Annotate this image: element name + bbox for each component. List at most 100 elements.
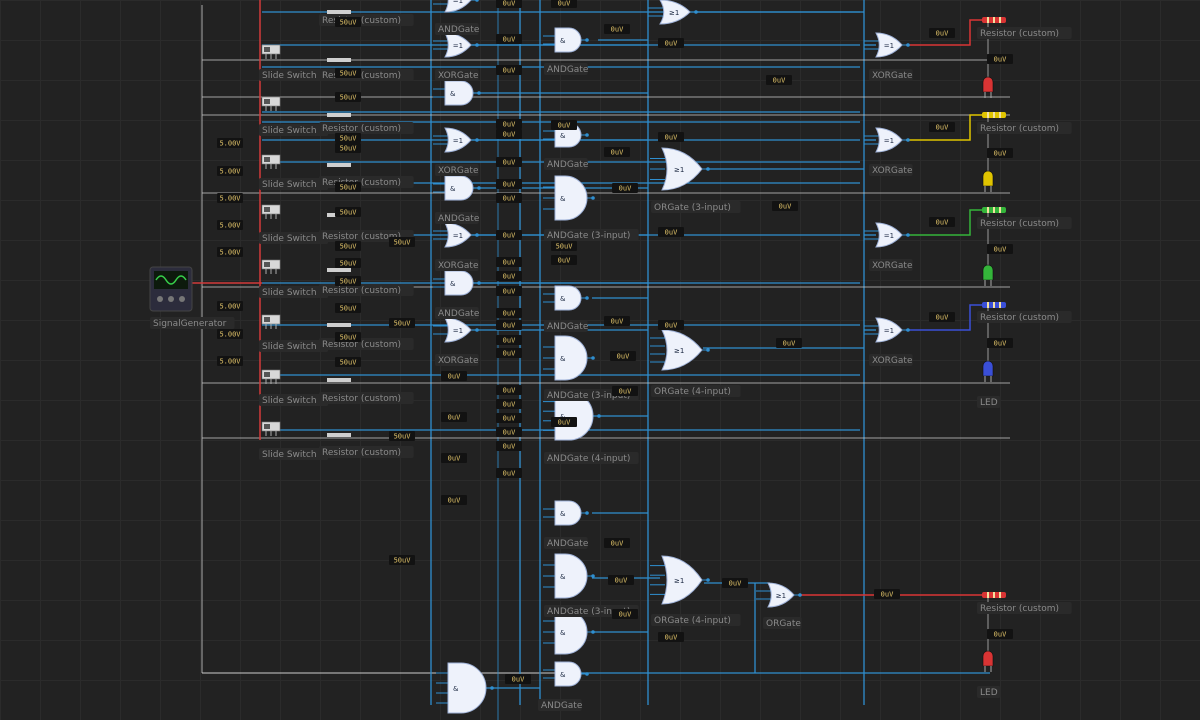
and-gate-body[interactable] xyxy=(554,27,582,53)
circuit-diagram[interactable]: =1=1=1=1=1&&&&&&&&&&&&&&≥1≥1≥1≥1≥1=1=1=1… xyxy=(0,0,1200,720)
slide-switch-7[interactable] xyxy=(261,369,281,384)
led-body[interactable] xyxy=(982,650,994,667)
slide-switch-label-text: Slide Switch xyxy=(262,450,317,460)
output-node[interactable] xyxy=(585,38,589,42)
led-body[interactable] xyxy=(982,76,994,93)
output-node[interactable] xyxy=(477,186,481,190)
voltage-value: 0uV xyxy=(665,634,678,642)
and-gate-symbol: & xyxy=(450,185,456,193)
led[interactable] xyxy=(982,264,994,286)
signal-generator-knob[interactable] xyxy=(179,296,185,302)
voltage-readout: 0uV xyxy=(496,179,522,189)
voltage-value: 0uV xyxy=(503,195,516,203)
voltage-readout: 50uV xyxy=(335,207,361,217)
switch-knob[interactable] xyxy=(264,424,270,429)
switch-knob[interactable] xyxy=(264,207,270,212)
and-gate-body[interactable] xyxy=(554,285,582,311)
switch-knob[interactable] xyxy=(264,157,270,162)
resistor[interactable] xyxy=(982,17,1006,23)
output-node[interactable] xyxy=(798,593,802,597)
slide-switch-label-text: Slide Switch xyxy=(262,288,317,298)
led-body[interactable] xyxy=(982,360,994,377)
output-node[interactable] xyxy=(475,328,479,332)
and-gate-body[interactable] xyxy=(554,500,582,526)
and-gate-body[interactable] xyxy=(554,661,582,687)
resistor-small[interactable] xyxy=(327,163,351,167)
resistor-small[interactable] xyxy=(327,323,351,327)
output-node[interactable] xyxy=(906,43,910,47)
output-node[interactable] xyxy=(585,672,589,676)
switch-knob[interactable] xyxy=(264,47,270,52)
resistor[interactable] xyxy=(982,207,1006,213)
voltage-value: 0uV xyxy=(881,591,894,599)
slide-switch-label-text: Slide Switch xyxy=(262,71,317,81)
output-node[interactable] xyxy=(706,167,710,171)
and-gate-symbol: & xyxy=(560,295,566,303)
output-node[interactable] xyxy=(694,10,698,14)
voltage-readout: 0uV xyxy=(496,441,522,451)
switch-knob[interactable] xyxy=(264,317,270,322)
led[interactable] xyxy=(982,76,994,98)
resistor[interactable] xyxy=(982,112,1006,118)
slide-switch-4[interactable] xyxy=(261,204,281,219)
voltage-readout: 50uV xyxy=(335,17,361,27)
resistor-small[interactable] xyxy=(327,58,351,62)
output-node[interactable] xyxy=(475,0,479,2)
output-node[interactable] xyxy=(490,686,494,690)
voltage-value: 0uV xyxy=(448,373,461,381)
resistor-small[interactable] xyxy=(327,113,351,117)
led-body[interactable] xyxy=(982,170,994,187)
resistor-band xyxy=(987,112,989,118)
slide-switch-2[interactable] xyxy=(261,96,281,111)
voltage-readout: 0uV xyxy=(772,201,798,211)
output-node[interactable] xyxy=(475,233,479,237)
xor-gate[interactable]: =1 xyxy=(444,0,479,13)
resistor-small[interactable] xyxy=(327,268,351,272)
output-node[interactable] xyxy=(706,348,710,352)
switch-knob[interactable] xyxy=(264,372,270,377)
xor-gate-label-text: XORGate xyxy=(872,71,913,81)
output-node[interactable] xyxy=(585,133,589,137)
output-node[interactable] xyxy=(706,578,710,582)
resistor-band xyxy=(987,207,989,213)
or-gate-4-input[interactable]: ≥1 xyxy=(661,329,710,371)
resistor[interactable] xyxy=(982,302,1006,308)
signal-generator-knob[interactable] xyxy=(168,296,174,302)
or-gate-label: ORGate xyxy=(763,617,802,629)
signal-generator[interactable] xyxy=(149,266,193,312)
output-node[interactable] xyxy=(591,630,595,634)
output-node[interactable] xyxy=(591,574,595,578)
slide-switch-1[interactable] xyxy=(261,44,281,59)
output-node[interactable] xyxy=(906,328,910,332)
resistor-small[interactable] xyxy=(327,10,351,14)
led[interactable] xyxy=(982,170,994,192)
output-node[interactable] xyxy=(477,281,481,285)
output-node[interactable] xyxy=(906,138,910,142)
switch-knob[interactable] xyxy=(264,99,270,104)
led[interactable] xyxy=(982,650,994,672)
resistor-small[interactable] xyxy=(327,378,351,382)
resistor[interactable] xyxy=(982,592,1006,598)
output-node[interactable] xyxy=(585,296,589,300)
slide-switch-6[interactable] xyxy=(261,314,281,329)
led[interactable] xyxy=(982,360,994,382)
switch-knob[interactable] xyxy=(264,262,270,267)
slide-switch-3[interactable] xyxy=(261,154,281,169)
output-node[interactable] xyxy=(585,511,589,515)
output-node[interactable] xyxy=(591,196,595,200)
xor-gate-label-text: XORGate xyxy=(438,71,479,81)
output-node[interactable] xyxy=(475,138,479,142)
signal-generator-knob[interactable] xyxy=(157,296,163,302)
output-node[interactable] xyxy=(597,414,601,418)
output-node[interactable] xyxy=(591,356,595,360)
output-node[interactable] xyxy=(906,233,910,237)
slide-switch-5[interactable] xyxy=(261,259,281,274)
led-body[interactable] xyxy=(982,264,994,281)
output-node[interactable] xyxy=(475,43,479,47)
resistor-label: Resistor (custom) xyxy=(977,27,1072,39)
voltage-readout: 0uV xyxy=(929,217,955,227)
output-node[interactable] xyxy=(477,91,481,95)
voltage-value: 0uV xyxy=(665,40,678,48)
resistor-small[interactable] xyxy=(327,433,351,437)
slide-switch-8[interactable] xyxy=(261,421,281,436)
